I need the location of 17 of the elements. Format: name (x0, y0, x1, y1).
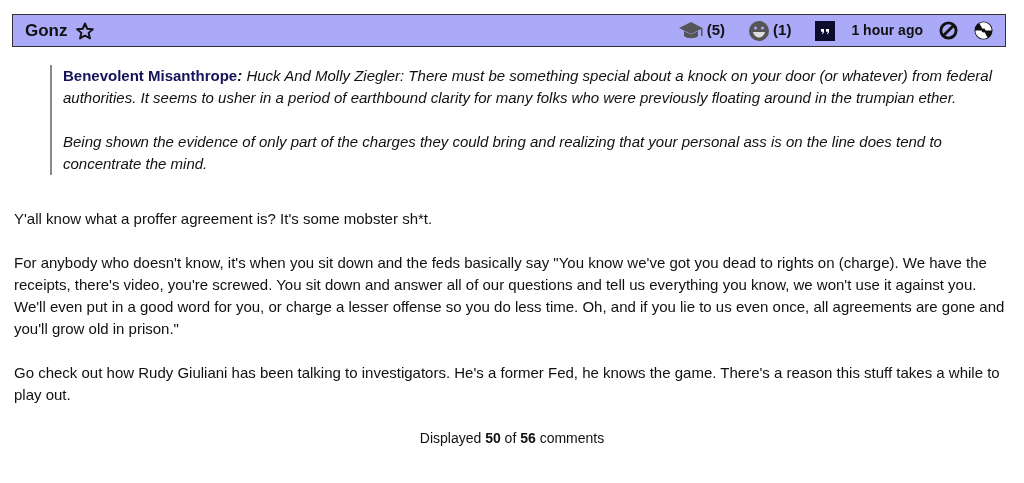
graduation-cap-icon (678, 20, 703, 41)
radiation-icon[interactable] (974, 21, 993, 40)
quote-paragraph: Benevolent Misanthrope: Huck And Molly Ziegler: There must be something special about a knock on your door (or whatever) from federal authorities. It seems to usher in a period of earthbound clarity for many folks who were previously floating around in the trumpian ether. (63, 66, 994, 108)
author-link[interactable]: Benevolent Misanthrope (63, 67, 238, 84)
comment-count-text: Displayed 50 of 56 comments (419, 430, 605, 446)
block-icon[interactable] (939, 21, 958, 40)
count-label: (5) (706, 20, 726, 41)
quote-icon[interactable] (815, 20, 836, 41)
quote-paragraph: Being shown the evidence of only part of the charges they could bring and realizing that your personal ass is on the line does tend to concentrate the mind. (63, 132, 943, 174)
comment-paragraph: Go check out how Rudy Giuliani has been talking to investigators. He's a former Fed, he knows the game. There's a reason this stuff takes a while to play out. (14, 363, 1001, 405)
username[interactable]: Gonz (25, 17, 68, 44)
comment-paragraph: Y'all know what a proffer agreement is? It's some mobster sh*t. (14, 209, 434, 229)
timestamp: 1 hour ago (851, 21, 923, 40)
count-label: (1) (773, 20, 792, 41)
comment-paragraph: For anybody who doesn't know, it's when you sit down and the feds basically say "You know we've got you dead to rights on (charge). We have the receipts, there's video, you're screwed. You sit down and answer all of our questions and tell us everything you know, we won't use it against you. We'll even put in a good word for you, or charge a lesser offense so you do less time. Oh, and if you lie to us even once, all agreements are gone and you'll grow old in prison." (14, 253, 1006, 339)
smiley-icon (749, 20, 770, 41)
star-icon[interactable] (75, 21, 94, 40)
